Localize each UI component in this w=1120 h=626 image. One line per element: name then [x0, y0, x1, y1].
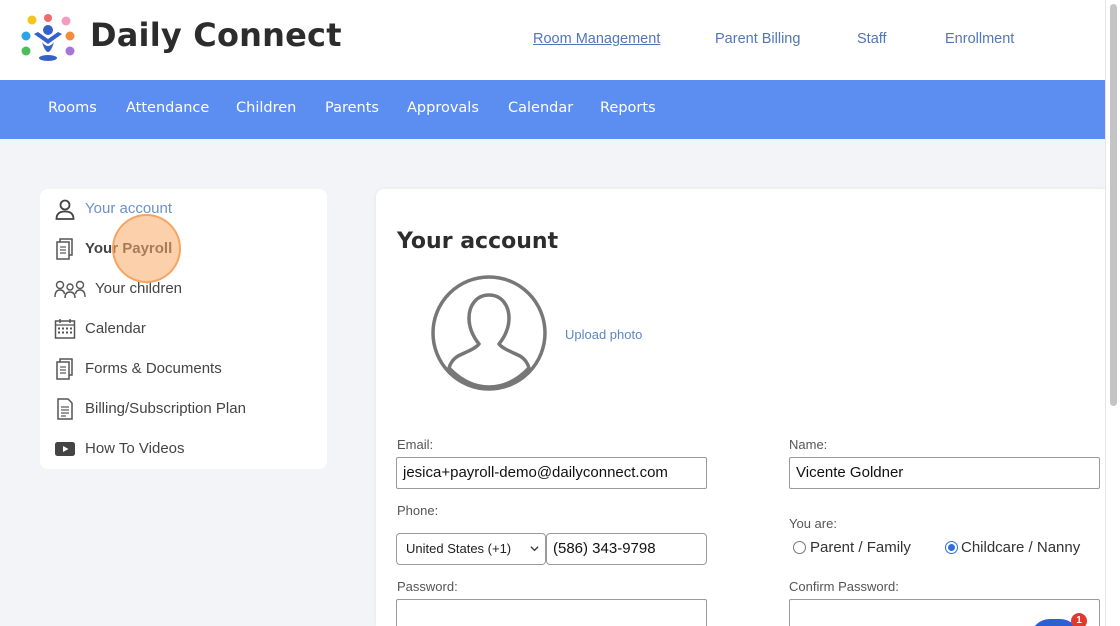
role-radio-parent-label[interactable]: Parent / Family	[810, 539, 911, 556]
sidebar-item-how-to-videos[interactable]: How To Videos	[40, 429, 327, 469]
chevron-down-icon	[530, 546, 539, 552]
nav-children[interactable]: Children	[236, 100, 296, 116]
sidebar-item-forms-documents[interactable]: Forms & Documents	[40, 349, 327, 389]
role-radio-childcare-label[interactable]: Childcare / Nanny	[961, 539, 1080, 556]
daily-connect-logo-icon[interactable]	[18, 14, 78, 62]
top-nav-staff[interactable]: Staff	[857, 31, 887, 47]
brand-name: Daily Connect	[90, 16, 342, 54]
sidebar-item-label: Your account	[85, 200, 173, 217]
app-header: Daily Connect Room Management Parent Bil…	[0, 0, 1105, 80]
top-nav-enrollment[interactable]: Enrollment	[945, 31, 1014, 47]
sidebar-item-label: Forms & Documents	[85, 360, 222, 377]
upload-photo-link[interactable]: Upload photo	[565, 327, 642, 342]
page-title: Your account	[397, 229, 559, 254]
name-field[interactable]: Vicente Goldner	[789, 457, 1100, 489]
page-scrollbar[interactable]	[1105, 0, 1120, 626]
sidebar-item-label: How To Videos	[85, 440, 185, 457]
sidebar-item-your-account[interactable]: Your account	[40, 189, 327, 229]
documents-icon	[56, 358, 73, 380]
role-radio-group: Parent / Family Childcare / Nanny	[793, 539, 1093, 559]
play-icon	[55, 442, 75, 456]
main-nav: Rooms Attendance Children Parents Approv…	[0, 80, 1105, 139]
calendar-icon	[54, 319, 76, 339]
country-code-select[interactable]: United States (+1)	[396, 533, 546, 565]
email-field[interactable]: jesica+payroll-demo@dailyconnect.com	[396, 457, 707, 489]
phone-field[interactable]: (586) 343-9798	[546, 533, 707, 565]
account-card: Your account Upload photo Email: jesica+…	[376, 189, 1105, 626]
nav-attendance[interactable]: Attendance	[126, 100, 209, 116]
documents-icon	[56, 238, 73, 260]
sidebar-item-label: Your Payroll	[85, 240, 173, 257]
phone-label: Phone:	[397, 503, 439, 518]
role-radio-parent[interactable]	[793, 541, 806, 554]
nav-approvals[interactable]: Approvals	[407, 100, 479, 116]
nav-reports[interactable]: Reports	[600, 100, 656, 116]
group-icon	[54, 280, 86, 299]
sidebar-item-label: Billing/Subscription Plan	[85, 400, 246, 417]
top-nav-parent-billing[interactable]: Parent Billing	[715, 31, 800, 47]
nav-parents[interactable]: Parents	[325, 100, 379, 116]
confirm-password-label: Confirm Password:	[789, 579, 899, 594]
sidebar-item-your-payroll[interactable]: Your Payroll	[40, 229, 327, 269]
chat-notification-badge: 1	[1071, 613, 1087, 626]
name-label: Name:	[789, 437, 828, 452]
you-are-label: You are:	[789, 516, 837, 531]
avatar-placeholder-icon[interactable]	[431, 275, 547, 391]
password-label: Password:	[397, 579, 458, 594]
nav-rooms[interactable]: Rooms	[48, 100, 97, 116]
sidebar-item-your-children[interactable]: Your children	[40, 269, 327, 309]
sidebar-item-calendar[interactable]: Calendar	[40, 309, 327, 349]
sidebar-item-label: Calendar	[85, 320, 146, 337]
email-label: Email:	[397, 437, 434, 452]
file-icon	[57, 398, 73, 420]
sidebar-item-billing-subscription[interactable]: Billing/Subscription Plan	[40, 389, 327, 429]
sidebar-item-label: Your children	[95, 280, 183, 297]
scrollbar-thumb[interactable]	[1110, 4, 1117, 406]
country-code-value: United States (+1)	[406, 541, 512, 556]
top-nav-room-management[interactable]: Room Management	[533, 31, 660, 47]
role-radio-childcare[interactable]	[945, 541, 958, 554]
account-sidebar: Your account Your Payroll Your children	[40, 189, 327, 469]
password-field[interactable]	[396, 599, 707, 626]
nav-calendar[interactable]: Calendar	[508, 100, 573, 116]
person-icon	[55, 199, 75, 220]
